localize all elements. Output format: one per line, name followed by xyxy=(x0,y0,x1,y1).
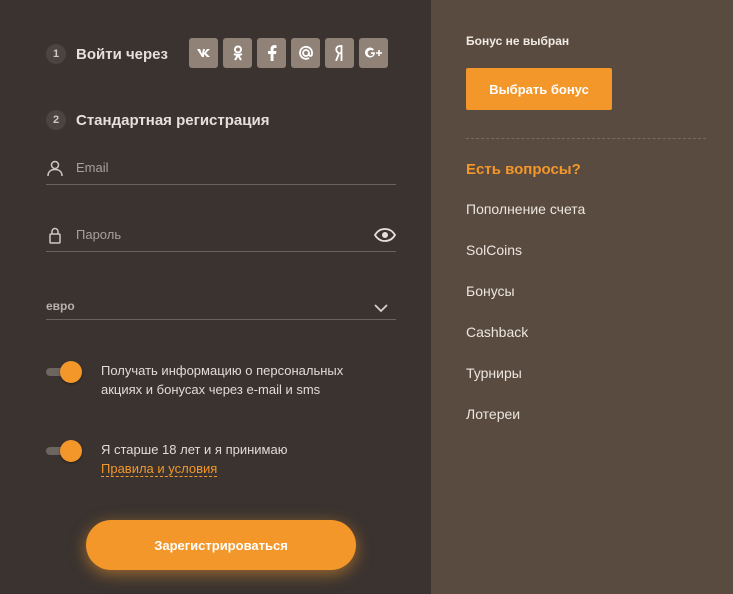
marketing-consent-text: Получать информацию о персональных акция… xyxy=(101,363,344,397)
user-icon xyxy=(46,159,64,177)
registration-panel: 1 Войти через 2 Стандартная регистрация … xyxy=(0,0,431,594)
faq-link-cashback[interactable]: Cashback xyxy=(466,323,585,364)
age-consent-text: Я старше 18 лет и я принимаю xyxy=(101,442,288,457)
faq-link-tournaments[interactable]: Турниры xyxy=(466,364,585,405)
vk-icon[interactable] xyxy=(189,38,218,68)
step-number: 2 xyxy=(46,110,66,130)
faq-title: Есть вопросы? xyxy=(466,161,581,178)
google-plus-icon[interactable] xyxy=(359,38,388,68)
facebook-icon[interactable] xyxy=(257,38,286,68)
social-login-buttons xyxy=(189,38,388,68)
register-button[interactable]: Зарегистрироваться xyxy=(86,520,356,570)
age-consent: Я старше 18 лет и я принимаю Правила и у… xyxy=(101,440,381,478)
mail-icon[interactable] xyxy=(291,38,320,68)
marketing-consent-toggle[interactable] xyxy=(46,361,82,383)
email-placeholder: Email xyxy=(76,160,109,175)
faq-link-deposit[interactable]: Пополнение счета xyxy=(466,200,585,241)
standard-registration-step: 2 Стандартная регистрация xyxy=(46,110,269,130)
divider xyxy=(466,138,706,139)
lock-icon xyxy=(46,226,64,244)
email-field[interactable]: Email xyxy=(46,155,396,185)
password-field[interactable]: Пароль xyxy=(46,222,397,252)
step-number: 1 xyxy=(46,44,66,64)
social-login-label: Войти через xyxy=(76,45,168,63)
standard-registration-label: Стандартная регистрация xyxy=(76,111,270,129)
faq-link-lotteries[interactable]: Лотереи xyxy=(466,405,585,446)
chevron-down-icon xyxy=(374,300,388,318)
choose-bonus-button[interactable]: Выбрать бонус xyxy=(466,68,612,110)
toggle-knob xyxy=(60,361,82,383)
faq-link-bonuses[interactable]: Бонусы xyxy=(466,282,585,323)
age-consent-toggle[interactable] xyxy=(46,440,82,462)
odnoklassniki-icon[interactable] xyxy=(223,38,252,68)
password-placeholder: Пароль xyxy=(76,227,122,242)
bonus-sidebar: Бонус не выбран Выбрать бонус Есть вопро… xyxy=(431,0,733,594)
toggle-knob xyxy=(60,440,82,462)
currency-select[interactable]: евро xyxy=(46,290,396,320)
show-password-eye-icon[interactable] xyxy=(373,228,397,247)
faq-list: Пополнение счета SolCoins Бонусы Cashbac… xyxy=(466,200,585,446)
social-login-step: 1 Войти через xyxy=(46,44,168,64)
faq-link-solcoins[interactable]: SolCoins xyxy=(466,241,585,282)
bonus-status: Бонус не выбран xyxy=(466,34,570,48)
yandex-icon[interactable] xyxy=(325,38,354,68)
currency-value: евро xyxy=(46,299,75,313)
terms-link[interactable]: Правила и условия xyxy=(101,461,218,477)
